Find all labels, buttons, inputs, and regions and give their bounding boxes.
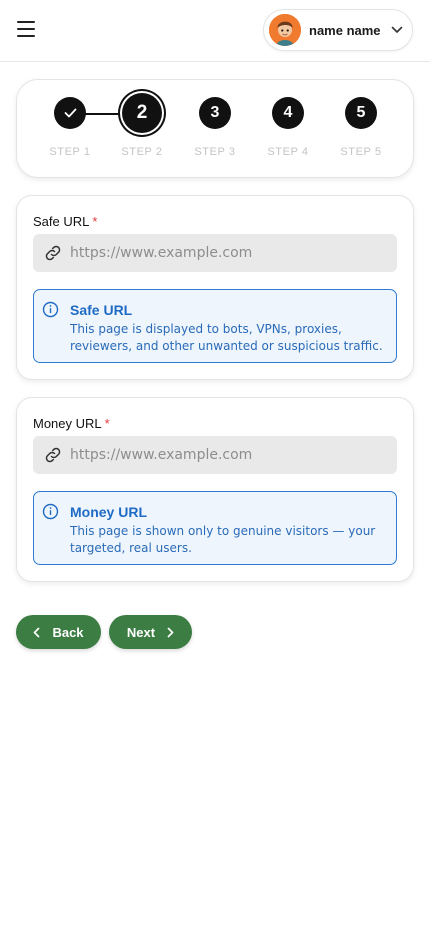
chevron-down-icon xyxy=(391,26,402,33)
required-mark: * xyxy=(92,214,98,229)
step-5-label: STEP 5 xyxy=(340,146,382,158)
back-button-label: Back xyxy=(52,624,84,640)
step-4-circle: 4 xyxy=(272,97,304,129)
money-url-label-text: Money URL xyxy=(33,416,102,431)
check-icon xyxy=(64,108,76,118)
step-1-circle xyxy=(54,97,86,129)
stepper-card: STEP 1 2 STEP 2 3 STEP 3 4 STEP 4 5 STEP… xyxy=(16,79,414,178)
money-url-info-title: Money URL xyxy=(70,504,147,520)
safe-url-card: Safe URL* Safe URL This page is displaye… xyxy=(16,195,414,380)
safe-url-input[interactable] xyxy=(70,245,370,261)
safe-url-label: Safe URL * xyxy=(33,214,97,229)
money-url-info-description: This page is shown only to genuine visit… xyxy=(70,524,376,555)
info-icon xyxy=(42,503,59,520)
user-name: name name xyxy=(309,22,381,38)
required-mark: * xyxy=(104,416,110,431)
step-3-label: STEP 3 xyxy=(194,146,236,158)
step-1-label: STEP 1 xyxy=(49,146,91,158)
next-button[interactable]: Next xyxy=(109,615,192,649)
chevron-right-icon xyxy=(167,627,174,637)
hamburger-icon[interactable] xyxy=(17,21,35,37)
top-bar: name name xyxy=(0,0,430,62)
step-4-label: STEP 4 xyxy=(267,146,309,158)
money-url-label: Money URL * xyxy=(33,416,110,431)
info-icon xyxy=(42,301,59,318)
step-3-circle: 3 xyxy=(199,97,231,129)
money-url-info-box: Money URL This page is shown only to gen… xyxy=(33,491,397,565)
back-button[interactable]: Back xyxy=(16,615,101,649)
safe-url-info-description: This page is displayed to bots, VPNs, pr… xyxy=(70,322,383,353)
chevron-left-icon xyxy=(34,627,40,637)
safe-url-label-text: Safe URL xyxy=(33,214,90,229)
money-url-input-wrapper[interactable] xyxy=(33,436,397,474)
safe-url-input-wrapper[interactable] xyxy=(33,234,397,272)
step-5-circle: 5 xyxy=(345,97,377,129)
next-button-label: Next xyxy=(126,624,156,640)
safe-url-info-box: Safe URL This page is displayed to bots,… xyxy=(33,289,397,363)
step-2-label: STEP 2 xyxy=(121,146,163,158)
link-icon xyxy=(45,447,61,463)
user-menu-button[interactable]: name name xyxy=(263,9,413,51)
money-url-card: Money URL* Money URL This page is shown … xyxy=(16,397,414,582)
money-url-input[interactable] xyxy=(70,447,370,463)
link-icon xyxy=(45,245,61,261)
avatar xyxy=(269,14,301,46)
safe-url-info-title: Safe URL xyxy=(70,302,133,318)
step-2-circle: 2 xyxy=(122,93,162,133)
